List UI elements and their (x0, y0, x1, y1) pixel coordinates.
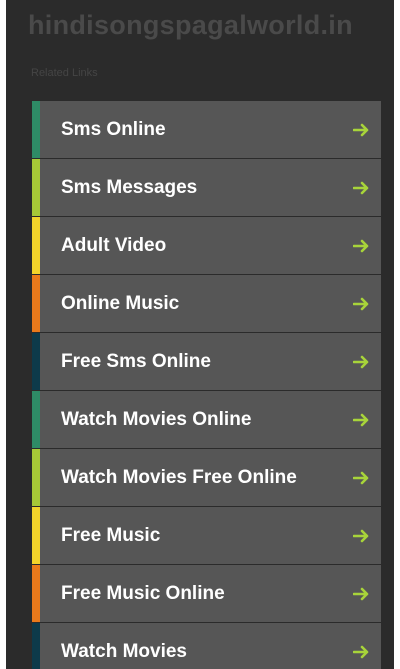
related-link-label[interactable]: Watch Movies (61, 641, 187, 663)
page-background: hindisongspagalworld.in Related Links Sm… (6, 0, 394, 669)
related-link-item[interactable]: Adult Video (32, 217, 381, 274)
color-stripe (32, 565, 40, 622)
related-link-item[interactable]: Free Music (32, 507, 381, 564)
arrow-right-icon[interactable] (353, 181, 371, 195)
related-link-label[interactable]: Watch Movies Free Online (61, 467, 297, 489)
related-link-item[interactable]: Free Music Online (32, 565, 381, 622)
related-link-item[interactable]: Sms Messages (32, 159, 381, 216)
arrow-right-icon[interactable] (353, 471, 371, 485)
related-link-label[interactable]: Online Music (61, 293, 179, 315)
related-link-label[interactable]: Sms Online (61, 119, 166, 141)
related-link-label[interactable]: Free Music Online (61, 583, 225, 605)
color-stripe (32, 159, 40, 216)
related-link-label[interactable]: Sms Messages (61, 177, 197, 199)
related-link-label[interactable]: Watch Movies Online (61, 409, 251, 431)
color-stripe (32, 623, 40, 669)
arrow-right-icon[interactable] (353, 355, 371, 369)
related-link-item[interactable]: Watch Movies Online (32, 391, 381, 448)
related-link-label[interactable]: Adult Video (61, 235, 166, 257)
related-links-heading: Related Links (31, 67, 98, 79)
color-stripe (32, 101, 40, 158)
arrow-right-icon[interactable] (353, 123, 371, 137)
related-link-item[interactable]: Free Sms Online (32, 333, 381, 390)
arrow-right-icon[interactable] (353, 529, 371, 543)
related-link-item[interactable]: Watch Movies (32, 623, 381, 669)
color-stripe (32, 275, 40, 332)
arrow-right-icon[interactable] (353, 239, 371, 253)
related-link-label[interactable]: Free Music (61, 525, 160, 547)
related-link-item[interactable]: Watch Movies Free Online (32, 449, 381, 506)
site-title[interactable]: hindisongspagalworld.in (28, 10, 353, 41)
arrow-right-icon[interactable] (353, 587, 371, 601)
color-stripe (32, 333, 40, 390)
arrow-right-icon[interactable] (353, 297, 371, 311)
arrow-right-icon[interactable] (353, 413, 371, 427)
color-stripe (32, 449, 40, 506)
related-links-list: Sms Online Sms Messages Adult Video Onli… (32, 101, 381, 669)
color-stripe (32, 391, 40, 448)
color-stripe (32, 507, 40, 564)
related-link-label[interactable]: Free Sms Online (61, 351, 211, 373)
related-link-item[interactable]: Online Music (32, 275, 381, 332)
arrow-right-icon[interactable] (353, 645, 371, 659)
related-link-item[interactable]: Sms Online (32, 101, 381, 158)
color-stripe (32, 217, 40, 274)
